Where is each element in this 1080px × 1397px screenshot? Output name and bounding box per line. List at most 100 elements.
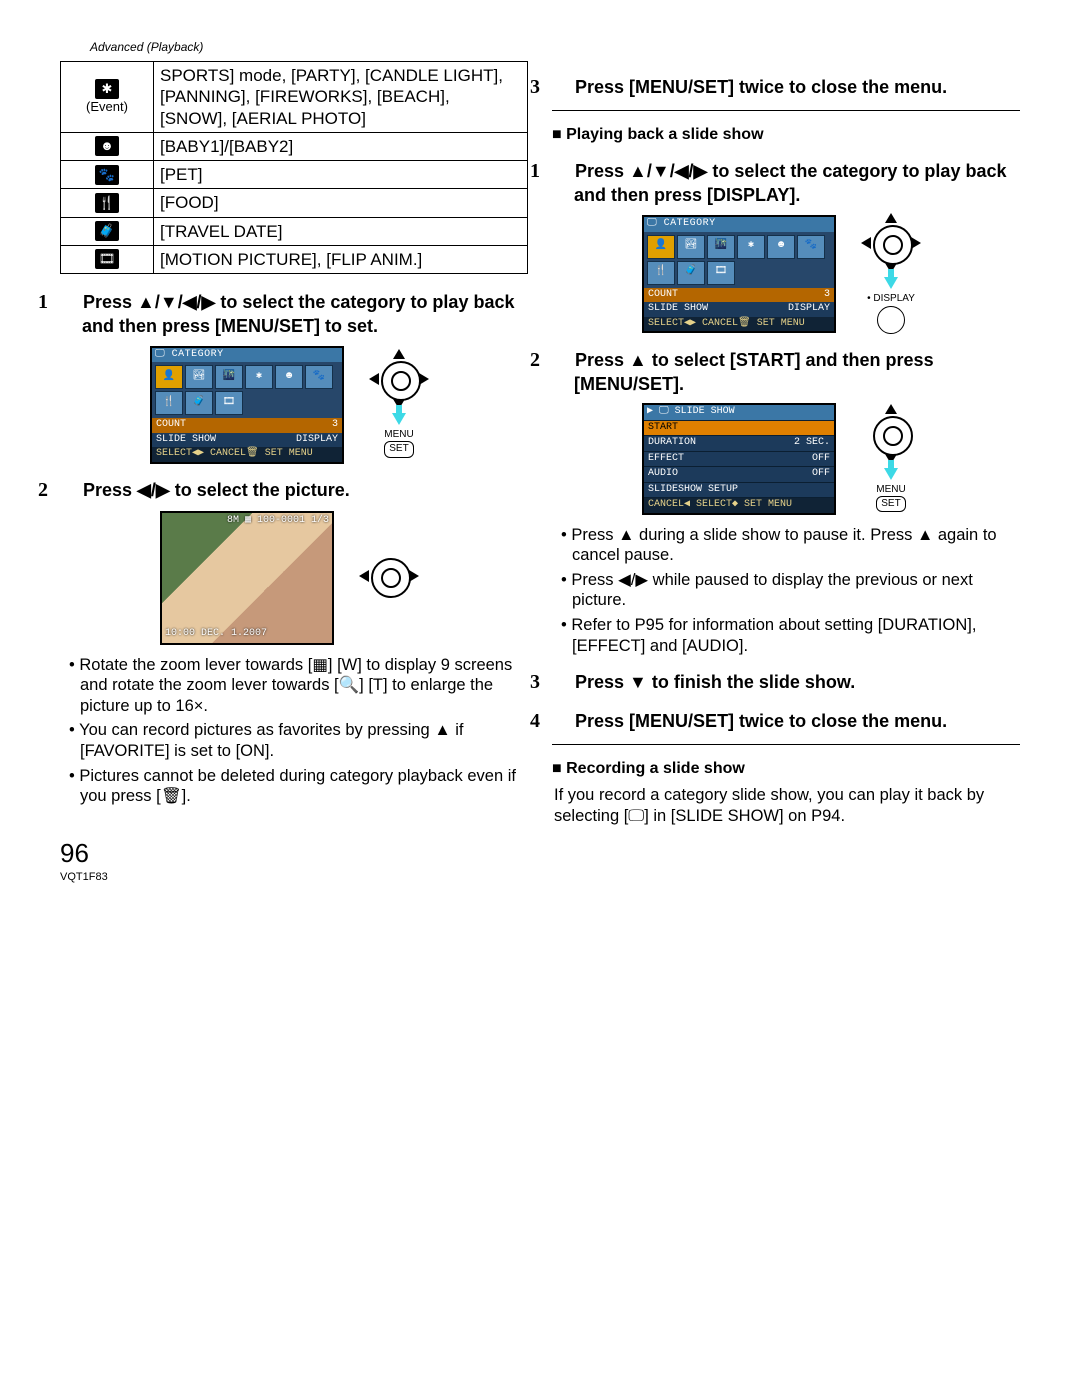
grid-cell: 👤 — [647, 235, 675, 259]
table-row: 🎞 [MOTION PICTURE], [FLIP ANIM.] — [61, 245, 528, 273]
notes-list: Rotate the zoom lever towards [▦] [W] to… — [66, 655, 528, 807]
grid-cell: 🧳 — [677, 261, 705, 285]
food-icon: 🍴 — [95, 193, 119, 213]
step-text: Press ▲ to select [START] and then press… — [574, 350, 934, 394]
ctrl-label: • DISPLAY — [867, 293, 915, 304]
grid-cell: 🍴 — [155, 391, 183, 415]
step-3-right: 3 Press [MENU/SET] twice to close the me… — [552, 75, 1020, 100]
menu-row-start: START — [644, 420, 834, 436]
dpad-icon — [361, 548, 417, 604]
table-cell: [MOTION PICTURE], [FLIP ANIM.] — [154, 245, 528, 273]
table-row: ✱(Event) SPORTS] mode, [PARTY], [CANDLE … — [61, 62, 528, 133]
step-number: 1 — [552, 159, 570, 184]
screen-title: 🖵 CATEGORY — [152, 348, 342, 363]
photo-overlay-bottom: 10:00 DEC. 1.2007 — [165, 628, 267, 641]
step-number: 4 — [552, 709, 570, 734]
grid-cell: ☻ — [767, 235, 795, 259]
motion-icon: 🎞 — [95, 249, 119, 269]
document-id: VQT1F83 — [60, 871, 528, 885]
step-2-slideshow: 2 Press ▲ to select [START] and then pre… — [552, 348, 1020, 396]
table-cell: [TRAVEL DATE] — [154, 217, 528, 245]
step-text: Press ▲/▼/◀/▶ to select the category to … — [574, 161, 1006, 205]
slideshow-row: SLIDE SHOWDISPLAY — [644, 302, 834, 317]
photo-preview: 8M ▦ 100-0001 1/3 10:00 DEC. 1.2007 — [160, 511, 334, 645]
step-text: Press ▲/▼/◀/▶ to select the category to … — [82, 292, 514, 336]
table-cell: [FOOD] — [154, 189, 528, 217]
grid-cell: ✱ — [245, 365, 273, 389]
grid-cell: 🍴 — [647, 261, 675, 285]
table-row: 🐾 [PET] — [61, 161, 528, 189]
baby-icon: ☻ — [95, 136, 119, 156]
bottom-row: SELECT◀▶ CANCEL🗑 SET MENU — [644, 317, 834, 332]
display-button-icon — [877, 306, 905, 334]
page-header: Advanced (Playback) — [90, 40, 1020, 55]
step-number: 3 — [552, 670, 570, 695]
table-row: 🍴 [FOOD] — [61, 189, 528, 217]
note-item: Rotate the zoom lever towards [▦] [W] to… — [80, 655, 528, 717]
grid-cell: 🌃 — [707, 235, 735, 259]
pet-icon: 🐾 — [95, 165, 119, 185]
grid-cell: ✱ — [737, 235, 765, 259]
grid-cell: 🐾 — [797, 235, 825, 259]
category-screen: 🖵 CATEGORY 👤 🏞 🌃 ✱ ☻ 🐾 🍴 🧳 🎞 COUNT3 SLID… — [150, 346, 344, 464]
event-icon: ✱ — [95, 79, 119, 99]
menu-row: EFFECTOFF — [644, 451, 834, 467]
category-screen: 🖵 CATEGORY 👤 🏞 🌃 ✱ ☻ 🐾 🍴 🧳 🎞 COUNT3 SLID… — [642, 215, 836, 333]
divider — [552, 744, 1020, 745]
table-cell: SPORTS] mode, [PARTY], [CANDLE LIGHT], [… — [154, 62, 528, 133]
note-item: You can record pictures as favorites by … — [80, 720, 528, 761]
menu-row: DURATION2 SEC. — [644, 435, 834, 451]
control-pad: MENU SET — [360, 351, 438, 458]
step-text: Press ◀/▶ to select the picture. — [83, 480, 350, 500]
grid-cell: 👤 — [155, 365, 183, 389]
notes-list: Press ▲ during a slide show to pause it.… — [558, 525, 1020, 657]
subheading-play-slideshow: Playing back a slide show — [552, 125, 1020, 145]
dpad-icon — [371, 351, 427, 407]
step-number: 2 — [552, 348, 570, 373]
screenshot-row: 8M ▦ 100-0001 1/3 10:00 DEC. 1.2007 — [60, 511, 528, 645]
step-text: Press [MENU/SET] twice to close the menu… — [575, 77, 947, 97]
table-row: 🧳 [TRAVEL DATE] — [61, 217, 528, 245]
grid-cell: 🏞 — [185, 365, 213, 389]
ctrl-label: MENU — [876, 484, 905, 495]
set-button-icon: SET — [876, 496, 905, 513]
photo-overlay-top: 8M ▦ 100-0001 1/3 — [227, 515, 329, 527]
table-cell: [PET] — [154, 161, 528, 189]
menu-row: SLIDESHOW SETUP — [644, 482, 834, 498]
dpad-icon — [863, 406, 919, 462]
count-row: COUNT3 — [152, 418, 342, 433]
control-pad — [350, 548, 428, 608]
subheading-record-slideshow: Recording a slide show — [552, 759, 1020, 779]
table-cell: [BABY1]/[BABY2] — [154, 132, 528, 160]
set-button-icon: SET — [384, 441, 413, 458]
grid-cell: 🎞 — [215, 391, 243, 415]
step-3-slideshow: 3 Press ▼ to finish the slide show. — [552, 670, 1020, 695]
control-pad: • DISPLAY — [852, 215, 930, 334]
slideshow-row: SLIDE SHOWDISPLAY — [152, 433, 342, 448]
count-row: COUNT3 — [644, 288, 834, 303]
screenshot-row: 🖵 CATEGORY 👤 🏞 🌃 ✱ ☻ 🐾 🍴 🧳 🎞 COUNT3 SLID… — [552, 215, 1020, 334]
step-text: Press [MENU/SET] twice to close the menu… — [575, 711, 947, 731]
bottom-row: SELECT◀▶ CANCEL🗑 SET MENU — [152, 447, 342, 462]
menu-row: AUDIOOFF — [644, 466, 834, 482]
body-text: If you record a category slide show, you… — [554, 785, 1020, 826]
control-pad: MENU SET — [852, 406, 930, 513]
slideshow-menu-screen: ▶ 🖵 SLIDE SHOW START DURATION2 SEC. EFFE… — [642, 403, 836, 515]
left-column: ✱(Event) SPORTS] mode, [PARTY], [CANDLE … — [60, 61, 528, 885]
step-number: 3 — [552, 75, 570, 100]
screen-title: ▶ 🖵 SLIDE SHOW — [644, 405, 834, 420]
page-number: 96 — [60, 837, 528, 870]
category-table: ✱(Event) SPORTS] mode, [PARTY], [CANDLE … — [60, 61, 528, 274]
note-item: Press ▲ during a slide show to pause it.… — [572, 525, 1020, 566]
screenshot-row: ▶ 🖵 SLIDE SHOW START DURATION2 SEC. EFFE… — [552, 403, 1020, 515]
ctrl-label: MENU — [384, 429, 413, 440]
step-number: 2 — [60, 478, 78, 503]
grid-cell: 🌃 — [215, 365, 243, 389]
divider — [552, 110, 1020, 111]
menu-bottom: CANCEL◀ SELECT◆ SET MENU — [644, 497, 834, 513]
grid-cell: 🎞 — [707, 261, 735, 285]
grid-cell: 🏞 — [677, 235, 705, 259]
event-label: (Event) — [86, 99, 128, 114]
travel-icon: 🧳 — [95, 221, 119, 241]
step-2-left: 2 Press ◀/▶ to select the picture. — [60, 478, 528, 503]
